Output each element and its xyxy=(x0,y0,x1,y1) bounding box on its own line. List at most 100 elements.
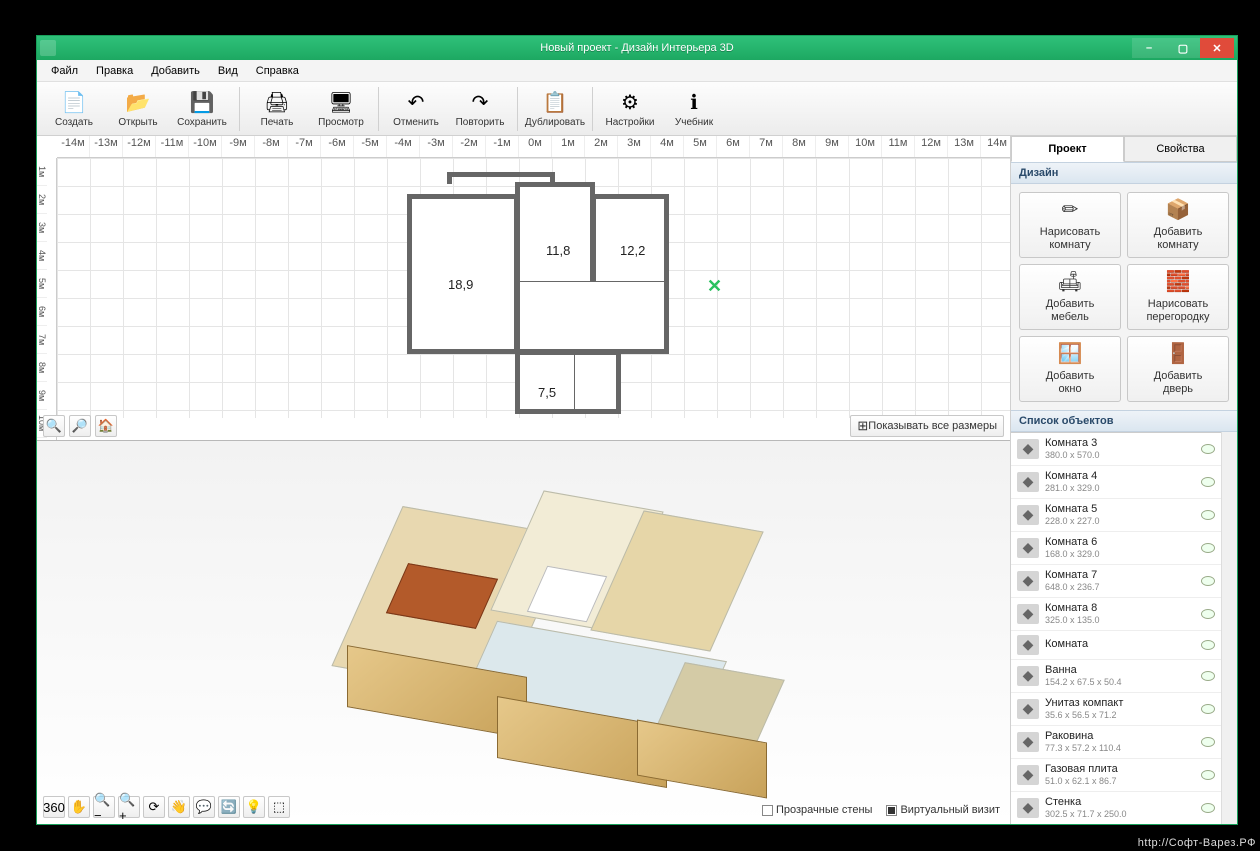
toolbar-icon: 🖥 xyxy=(328,89,354,115)
view3d-tool[interactable]: 🔍− xyxy=(93,796,115,818)
plan-zoom-tools: 🔍 🔎 🏠 xyxy=(43,415,117,437)
toolbar-Дублировать[interactable]: 📋Дублировать xyxy=(524,84,586,134)
visibility-icon[interactable] xyxy=(1201,640,1215,650)
object-row[interactable]: ◆Комната 5228.0 x 227.0 xyxy=(1011,499,1221,532)
view3d-tool[interactable]: 💬 xyxy=(193,796,215,818)
menu-view[interactable]: Вид xyxy=(210,63,246,79)
watermark: http://Софт-Варез.РФ xyxy=(1138,837,1256,849)
object-row[interactable]: ◆Унитаз компакт35.6 x 56.5 x 71.2 xyxy=(1011,693,1221,726)
app-window: Новый проект - Дизайн Интерьера 3D – ▢ ✕… xyxy=(36,35,1238,825)
view3d-tool[interactable]: 💡 xyxy=(243,796,265,818)
object-icon: ◆ xyxy=(1017,635,1039,655)
design-panel-title: Дизайн xyxy=(1011,162,1237,184)
design-icon: 🧱 xyxy=(1164,271,1192,295)
view3d-tool[interactable]: ⟳ xyxy=(143,796,165,818)
maximize-button[interactable]: ▢ xyxy=(1166,38,1200,58)
titlebar[interactable]: Новый проект - Дизайн Интерьера 3D – ▢ ✕ xyxy=(37,36,1237,60)
zoom-out-button[interactable]: 🔍 xyxy=(43,415,65,437)
visibility-icon[interactable] xyxy=(1201,609,1215,619)
toolbar-Настройки[interactable]: ⚙Настройки xyxy=(599,84,661,134)
plan-2d-area[interactable]: -14м-13м-12м-11м-10м-9м-8м-7м-6м-5м-4м-3… xyxy=(37,136,1010,441)
zoom-in-button[interactable]: 🔎 xyxy=(69,415,91,437)
object-icon: ◆ xyxy=(1017,439,1039,459)
object-icon: ◆ xyxy=(1017,798,1039,818)
object-row[interactable]: ◆Комната 4281.0 x 329.0 xyxy=(1011,466,1221,499)
view3d-tool[interactable]: ⬚ xyxy=(268,796,290,818)
visibility-icon[interactable] xyxy=(1201,803,1215,813)
home-button[interactable]: 🏠 xyxy=(95,415,117,437)
visibility-icon[interactable] xyxy=(1201,704,1215,714)
menu-file[interactable]: Файл xyxy=(43,63,86,79)
view3d-tool[interactable]: 🔍+ xyxy=(118,796,140,818)
visibility-icon[interactable] xyxy=(1201,444,1215,454)
menu-add[interactable]: Добавить xyxy=(143,63,208,79)
design-btn[interactable]: 🪟Добавитьокно xyxy=(1019,336,1121,402)
object-row[interactable]: ◆Комната 6168.0 x 329.0 xyxy=(1011,532,1221,565)
toolbar-Просмотр[interactable]: 🖥Просмотр xyxy=(310,84,372,134)
toolbar-icon: ⚙ xyxy=(617,89,643,115)
toolbar-Печать[interactable]: 🖨Печать xyxy=(246,84,308,134)
object-list-scrollbar[interactable] xyxy=(1221,432,1237,824)
view3d-tool[interactable]: 🔄 xyxy=(218,796,240,818)
toolbar: 📄Создать📂Открыть💾Сохранить 🖨Печать🖥Просмо… xyxy=(37,82,1237,136)
toolbar-icon: ↷ xyxy=(467,89,493,115)
close-button[interactable]: ✕ xyxy=(1200,38,1234,58)
toolbar-Повторить[interactable]: ↷Повторить xyxy=(449,84,511,134)
design-btn[interactable]: 🧱Нарисоватьперегородку xyxy=(1127,264,1229,330)
toolbar-Учебник[interactable]: ℹУчебник xyxy=(663,84,725,134)
object-icon: ◆ xyxy=(1017,604,1039,624)
object-row[interactable]: ◆Раковина77.3 x 57.2 x 110.4 xyxy=(1011,726,1221,759)
toolbar-icon: 📄 xyxy=(61,89,87,115)
design-btn[interactable]: 🚪Добавитьдверь xyxy=(1127,336,1229,402)
object-row[interactable]: ◆Газовая плита51.0 x 62.1 x 86.7 xyxy=(1011,759,1221,792)
minimize-button[interactable]: – xyxy=(1132,38,1166,58)
show-all-sizes-button[interactable]: ⊞ Показывать все размеры xyxy=(850,415,1004,437)
object-row[interactable]: ◆Комната 8325.0 x 135.0 xyxy=(1011,598,1221,631)
design-btn[interactable]: ✏Нарисоватькомнату xyxy=(1019,192,1121,258)
design-icon: ✏ xyxy=(1056,199,1084,223)
view-3d-area[interactable]: 360✋🔍−🔍+⟳👋💬🔄💡⬚ Прозрачные стены Виртуаль… xyxy=(37,441,1010,824)
origin-marker-icon: ✕ xyxy=(707,276,722,297)
visibility-icon[interactable] xyxy=(1201,543,1215,553)
design-icon: 🚪 xyxy=(1164,343,1192,367)
visibility-icon[interactable] xyxy=(1201,737,1215,747)
view3d-tool[interactable]: 👋 xyxy=(168,796,190,818)
right-panel: Проект Свойства Дизайн ✏Нарисоватькомнат… xyxy=(1011,136,1237,824)
design-btn[interactable]: 🛋Добавитьмебель xyxy=(1019,264,1121,330)
object-row[interactable]: ◆Ванна154.2 x 67.5 x 50.4 xyxy=(1011,660,1221,693)
view3d-tool[interactable]: 360 xyxy=(43,796,65,818)
visibility-icon[interactable] xyxy=(1201,770,1215,780)
toolbar-icon: ℹ xyxy=(681,89,707,115)
toolbar-Создать[interactable]: 📄Создать xyxy=(43,84,105,134)
design-btn[interactable]: 📦Добавитькомнату xyxy=(1127,192,1229,258)
window-title: Новый проект - Дизайн Интерьера 3D xyxy=(37,42,1237,54)
toolbar-icon: 📋 xyxy=(542,89,568,115)
tab-properties[interactable]: Свойства xyxy=(1124,136,1237,162)
virtual-visit-checkbox[interactable]: Виртуальный визит xyxy=(886,804,1000,816)
object-icon: ◆ xyxy=(1017,505,1039,525)
toolbar-icon: 💾 xyxy=(189,89,215,115)
view3d-tool[interactable]: ✋ xyxy=(68,796,90,818)
view-3d-tools: 360✋🔍−🔍+⟳👋💬🔄💡⬚ xyxy=(43,796,290,818)
toolbar-Отменить[interactable]: ↶Отменить xyxy=(385,84,447,134)
toolbar-Открыть[interactable]: 📂Открыть xyxy=(107,84,169,134)
object-row[interactable]: ◆Комната 7648.0 x 236.7 xyxy=(1011,565,1221,598)
object-row[interactable]: ◆Комната 3380.0 x 570.0 xyxy=(1011,433,1221,466)
object-list[interactable]: ◆Комната 3380.0 x 570.0◆Комната 4281.0 x… xyxy=(1011,432,1221,824)
visibility-icon[interactable] xyxy=(1201,477,1215,487)
visibility-icon[interactable] xyxy=(1201,510,1215,520)
tab-project[interactable]: Проект xyxy=(1011,136,1124,162)
toolbar-icon: ↶ xyxy=(403,89,429,115)
menu-edit[interactable]: Правка xyxy=(88,63,141,79)
menubar: Файл Правка Добавить Вид Справка xyxy=(37,60,1237,82)
object-icon: ◆ xyxy=(1017,666,1039,686)
object-icon: ◆ xyxy=(1017,765,1039,785)
menu-help[interactable]: Справка xyxy=(248,63,307,79)
object-row[interactable]: ◆Стенка302.5 x 71.7 x 250.0 xyxy=(1011,792,1221,824)
visibility-icon[interactable] xyxy=(1201,576,1215,586)
transparent-walls-checkbox[interactable]: Прозрачные стены xyxy=(762,804,872,816)
visibility-icon[interactable] xyxy=(1201,671,1215,681)
object-icon: ◆ xyxy=(1017,571,1039,591)
object-row[interactable]: ◆Комната xyxy=(1011,631,1221,660)
toolbar-Сохранить[interactable]: 💾Сохранить xyxy=(171,84,233,134)
